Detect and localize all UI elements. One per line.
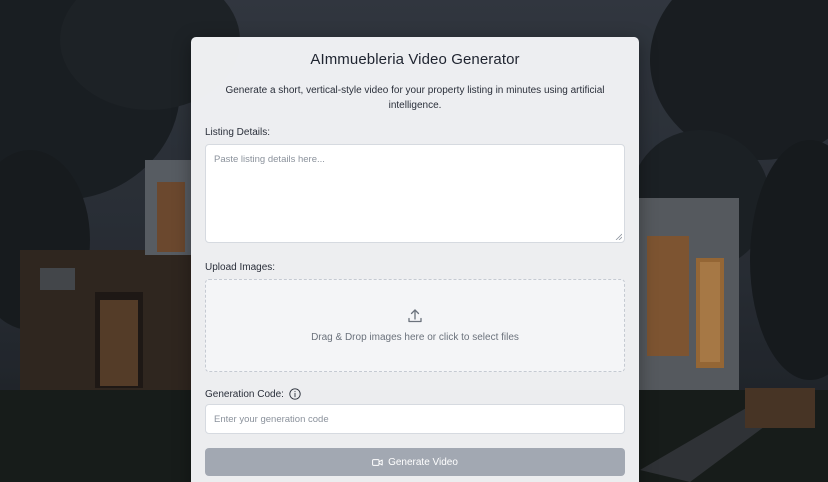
video-camera-icon	[372, 458, 383, 466]
generation-code-label: Generation Code:	[205, 388, 284, 400]
image-dropzone[interactable]: Drag & Drop images here or click to sele…	[205, 279, 625, 372]
dropzone-hint: Drag & Drop images here or click to sele…	[311, 332, 519, 343]
page-description: Generate a short, vertical-style video f…	[225, 85, 605, 111]
generation-code-input[interactable]: Enter your generation code	[205, 404, 625, 434]
generate-video-label: Generate Video	[388, 456, 458, 468]
generate-video-button[interactable]: Generate Video	[205, 448, 625, 476]
video-generator-card: AImmuebleria Video Generator Generate a …	[191, 37, 639, 482]
listing-details-placeholder: Paste listing details here...	[214, 154, 325, 165]
generation-code-label-row: Generation Code:	[205, 388, 301, 400]
resize-handle-icon[interactable]	[615, 233, 622, 240]
page-title: AImmuebleria Video Generator	[310, 51, 520, 68]
listing-details-label: Listing Details:	[205, 127, 271, 138]
generation-code-placeholder: Enter your generation code	[214, 413, 329, 425]
info-icon[interactable]	[289, 388, 301, 400]
upload-icon	[408, 309, 422, 323]
upload-images-label: Upload Images:	[205, 262, 276, 273]
listing-details-textarea[interactable]: Paste listing details here...	[205, 144, 625, 243]
